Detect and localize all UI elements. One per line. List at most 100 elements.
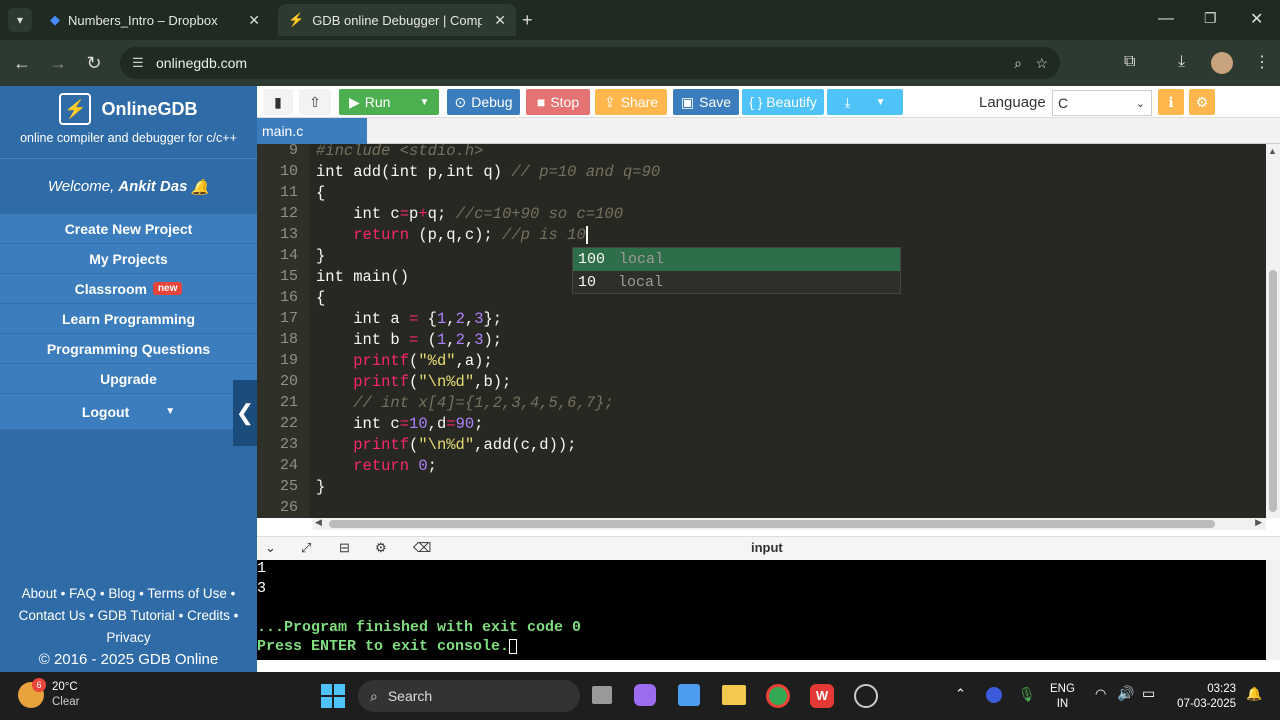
footer-links-2[interactable]: Contact Us • GDB Tutorial • Credits •	[0, 605, 257, 627]
autocomplete-kind: local	[619, 251, 665, 268]
share-button[interactable]: ⇪ Share	[595, 89, 667, 115]
bookmark-star-icon[interactable]: ☆	[1035, 55, 1048, 72]
menu-create-new-project[interactable]: Create New Project	[0, 214, 257, 244]
browser-tab-gdb[interactable]: ⚡ GDB online Debugger | Compil ✕	[278, 4, 516, 36]
menu-classroom[interactable]: Classroom new	[0, 274, 257, 304]
code-line: int add(int p,int q) // p=10 and q=90	[316, 163, 661, 181]
new-tab-button[interactable]: +	[522, 10, 533, 31]
menu-learn-programming[interactable]: Learn Programming	[0, 304, 257, 334]
collapse-console-icon[interactable]: ⌄	[265, 540, 276, 556]
scroll-up-icon[interactable]: ▲	[1268, 146, 1277, 156]
reload-icon[interactable]: ↻	[76, 53, 112, 74]
profile-avatar[interactable]	[1211, 52, 1233, 74]
close-window-button[interactable]: ✕	[1250, 9, 1263, 29]
console-prompt: Press ENTER to exit console.	[257, 638, 510, 655]
close-tab-icon[interactable]: ✕	[248, 12, 260, 29]
clear-console-icon[interactable]: ⌫	[413, 540, 431, 556]
zoom-icon[interactable]: ⌕	[1014, 55, 1022, 72]
battery-icon[interactable]: ▭	[1142, 685, 1155, 702]
scroll-thumb[interactable]	[1269, 270, 1277, 512]
microphone-icon[interactable]: 🎙	[1018, 686, 1036, 703]
close-tab-icon[interactable]: ✕	[494, 12, 506, 29]
footer-links-3[interactable]: Privacy	[0, 627, 257, 649]
menu-upgrade[interactable]: Upgrade	[0, 364, 257, 394]
language-select[interactable]: C ⌄	[1052, 90, 1152, 116]
console-settings-icon[interactable]: ⚙	[375, 540, 387, 556]
collapse-sidebar-button[interactable]: ❮	[233, 380, 257, 446]
minimize-button[interactable]: —	[1158, 10, 1174, 28]
scroll-right-icon[interactable]: ▶	[1255, 517, 1262, 528]
split-view-icon[interactable]: ⊟	[339, 540, 350, 556]
console-line: 3	[257, 580, 267, 597]
download-icon[interactable]: ⤓	[1178, 53, 1185, 71]
download-button[interactable]: ⤓ ▼	[827, 89, 903, 115]
code-line: printf("\n%d",add(c,d));	[353, 436, 577, 454]
menu-logout[interactable]: Logout ▼	[0, 394, 257, 430]
wps-office-icon[interactable]: W	[810, 684, 834, 708]
scroll-left-icon[interactable]: ◀	[315, 517, 322, 528]
new-file-button[interactable]: ▮	[263, 89, 293, 115]
run-dropdown-icon[interactable]: ▼	[419, 97, 429, 108]
info-button[interactable]: ℹ	[1158, 89, 1184, 115]
file-explorer-icon[interactable]	[722, 685, 746, 705]
editor-vertical-scrollbar[interactable]: ▲	[1266, 144, 1280, 518]
output-console[interactable]: 1 3 ...Program finished with exit code 0…	[257, 560, 1266, 660]
scroll-thumb[interactable]	[329, 520, 1215, 528]
line-number: 19	[279, 352, 298, 369]
bell-icon[interactable]: 🔔	[190, 178, 209, 196]
language-indicator[interactable]: ENG IN	[1050, 682, 1075, 712]
autocomplete-item[interactable]: 100 local	[573, 248, 900, 271]
extensions-icon[interactable]: ⧉	[1124, 53, 1135, 71]
forward-icon[interactable]: →	[40, 53, 76, 74]
notifications-icon[interactable]: 🔔	[1246, 686, 1262, 702]
share-icon: ⇪	[603, 93, 616, 110]
lightning-logo-icon: ⚡	[59, 93, 92, 125]
line-number: 10	[279, 163, 298, 180]
clock-app-icon[interactable]	[986, 687, 1002, 703]
menu-my-projects[interactable]: My Projects	[0, 244, 257, 274]
browser-tab-bar: ▾ ◆ Numbers_Intro – Dropbox ✕ ⚡ GDB onli…	[0, 0, 1280, 40]
site-info-icon[interactable]: ☰	[132, 55, 144, 71]
autocomplete-item[interactable]: 10 local	[573, 271, 900, 294]
line-number: 15	[279, 268, 298, 285]
beautify-button[interactable]: { } Beautify	[742, 89, 824, 115]
task-view-icon[interactable]	[592, 686, 612, 704]
weather-condition: Clear	[52, 696, 80, 708]
back-icon[interactable]: ←	[4, 53, 40, 74]
save-button[interactable]: ▣ Save	[673, 89, 739, 115]
store-icon[interactable]	[678, 684, 700, 706]
console-scrollbar[interactable]	[1266, 560, 1280, 660]
code-line: int main()	[316, 268, 410, 286]
windows-start-icon[interactable]	[321, 684, 345, 708]
copilot-icon[interactable]	[634, 684, 656, 706]
chrome-icon[interactable]	[766, 684, 790, 708]
upload-button[interactable]: ⇧	[299, 89, 331, 115]
browser-menu-icon[interactable]: ⋮	[1254, 52, 1270, 72]
weather-widget[interactable]: 6 20°C Clear	[18, 678, 80, 710]
code-editor[interactable]: 9 10 11 12 13 14 15 16 17 18 19 20 21 22 23 24 25 26 #inc…	[257, 144, 1266, 518]
code-line: int b = (1,2,3);	[316, 331, 503, 349]
code-line: {	[316, 289, 326, 307]
maximize-button[interactable]: ❐	[1204, 10, 1217, 27]
taskbar-search[interactable]: ⌕ Search	[358, 680, 580, 712]
editor-horizontal-scrollbar[interactable]: ◀ ▶	[313, 517, 1266, 530]
expand-console-icon[interactable]: ⤢	[301, 540, 311, 556]
volume-icon[interactable]: 🔊	[1117, 685, 1134, 702]
menu-programming-questions[interactable]: Programming Questions	[0, 334, 257, 364]
download-dropdown-icon[interactable]: ▼	[876, 97, 886, 108]
file-tab-main-c[interactable]: main.c	[257, 118, 367, 144]
stop-button[interactable]: ■ Stop	[526, 89, 590, 115]
browser-tab-dropbox[interactable]: ◆ Numbers_Intro – Dropbox ✕	[40, 4, 270, 36]
address-bar[interactable]: ☰ onlinegdb.com ⌕ ☆	[120, 47, 1060, 79]
caret-down-icon[interactable]: ▼	[165, 406, 175, 417]
tray-chevron-up-icon[interactable]: ⌃	[955, 686, 966, 702]
obs-icon[interactable]	[854, 684, 878, 708]
run-button[interactable]: ▶ Run ▼	[339, 89, 439, 115]
wifi-icon[interactable]: ◠	[1095, 686, 1106, 702]
settings-button[interactable]: ⚙	[1189, 89, 1215, 115]
debug-button[interactable]: ⊙ Debug	[447, 89, 520, 115]
footer-links-1[interactable]: About • FAQ • Blog • Terms of Use •	[0, 583, 257, 605]
tab-list-button[interactable]: ▾	[8, 8, 32, 32]
clock[interactable]: 03:23 07-03-2025	[1172, 682, 1236, 712]
clock-date: 07-03-2025	[1177, 698, 1236, 710]
